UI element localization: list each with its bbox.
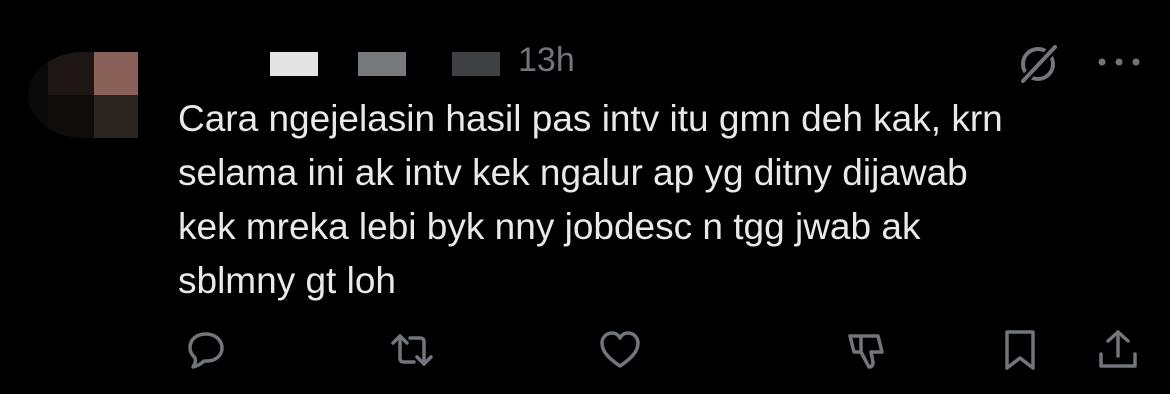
avatar-pixel	[28, 52, 48, 138]
avatar-pixel	[48, 52, 94, 95]
post[interactable]: 13h Cara ngejelasin hasil pas intv itu g…	[0, 0, 1170, 394]
like-button[interactable]	[596, 328, 644, 372]
share-button[interactable]	[1094, 328, 1142, 372]
reply-icon	[188, 332, 224, 369]
post-timestamp[interactable]: 13h	[518, 38, 575, 82]
share-icon	[1099, 330, 1137, 368]
bookmark-icon	[1005, 330, 1035, 370]
reply-button[interactable]	[182, 328, 230, 372]
handle-redacted[interactable]	[452, 52, 500, 76]
avatar[interactable]	[28, 52, 138, 138]
more-icon[interactable]	[1096, 50, 1142, 74]
repost-icon	[391, 334, 433, 366]
bookmark-button[interactable]	[996, 328, 1044, 372]
avatar-pixel	[94, 95, 138, 138]
avatar-pixel	[94, 52, 138, 95]
post-text: Cara ngejelasin hasil pas intv itu gmn d…	[178, 98, 1003, 301]
downvote-icon	[848, 334, 884, 369]
display-name-redacted[interactable]	[270, 52, 318, 76]
repost-button[interactable]	[388, 328, 436, 372]
heart-icon	[600, 331, 640, 368]
action-bar	[0, 328, 1170, 372]
grok-icon[interactable]	[1016, 42, 1060, 86]
handle-redacted[interactable]	[358, 52, 406, 76]
avatar-pixel	[48, 95, 94, 138]
dislike-button[interactable]	[842, 328, 890, 372]
